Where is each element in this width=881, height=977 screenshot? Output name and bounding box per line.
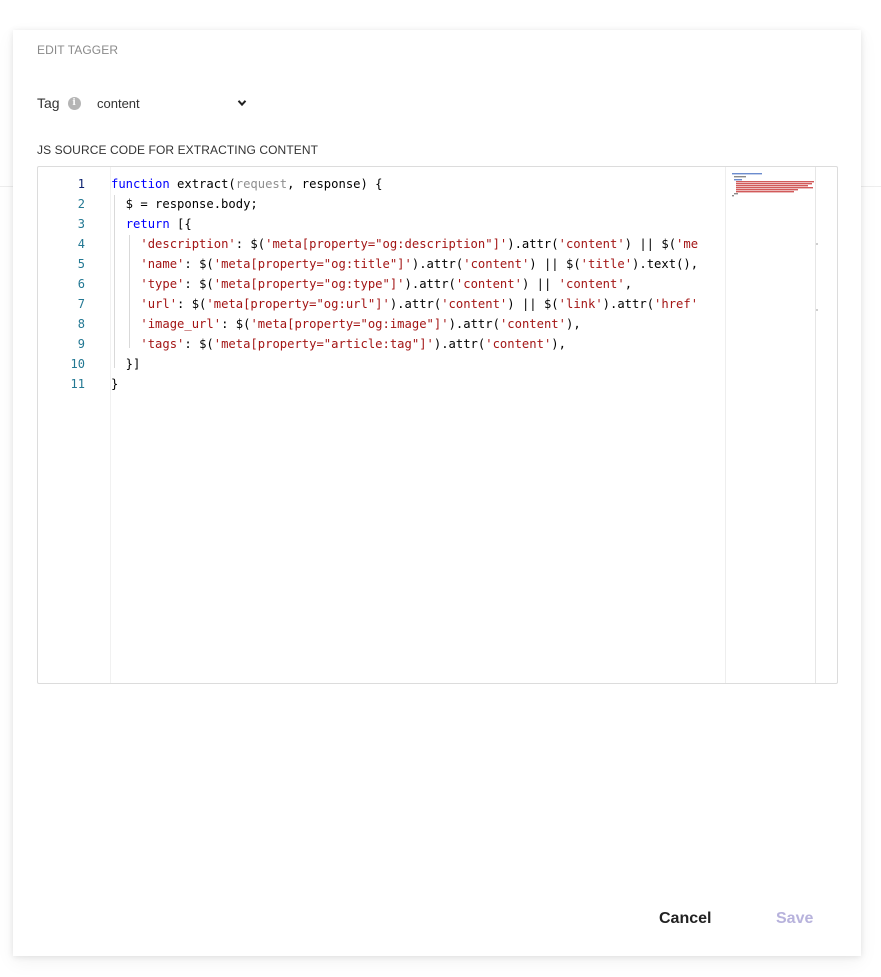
tag-field: Tag i content xyxy=(37,93,247,113)
code-line: 'name': $('meta[property="og:title"]').a… xyxy=(140,257,699,271)
overview-ruler-marker xyxy=(816,243,818,245)
line-number: 8 xyxy=(77,317,85,331)
line-number: 10 xyxy=(70,357,85,371)
code-line: function extract(request, response) { xyxy=(111,177,383,191)
code-line: 'tags': $('meta[property="article:tag"]'… xyxy=(140,337,566,351)
source-code-label: JS SOURCE CODE FOR EXTRACTING CONTENT xyxy=(37,143,319,157)
code-line: 'image_url': $('meta[property="og:image"… xyxy=(140,317,581,331)
code-line: 'type': $('meta[property="og:type"]').at… xyxy=(140,277,633,291)
code-line: }] xyxy=(111,357,141,371)
line-number-gutter: 1 2 3 4 5 6 7 8 9 10 11 xyxy=(38,167,111,683)
line-number: 1 xyxy=(77,177,85,191)
tag-label: Tag xyxy=(37,95,60,111)
line-number: 7 xyxy=(77,297,85,311)
code-line: $ = response.body; xyxy=(111,197,258,211)
line-number: 5 xyxy=(77,257,85,271)
tag-select-value: content xyxy=(97,95,140,111)
info-icon[interactable]: i xyxy=(67,96,81,110)
save-button[interactable]: Save xyxy=(776,910,813,928)
line-number: 4 xyxy=(77,237,85,251)
overview-ruler-marker xyxy=(816,309,818,311)
line-number: 2 xyxy=(77,197,85,211)
line-number: 6 xyxy=(77,277,85,291)
minimap[interactable] xyxy=(732,173,816,197)
code-line: 'url': $('meta[property="og:url"]').attr… xyxy=(140,297,699,311)
tag-select[interactable]: content xyxy=(97,93,247,113)
edit-tagger-dialog: EDIT TAGGER Tag i content JS SOURCE CODE… xyxy=(13,30,861,956)
dialog-title: EDIT TAGGER xyxy=(37,43,119,57)
code-line: return [{ xyxy=(125,217,192,231)
code-editor[interactable]: 1 2 3 4 5 6 7 8 9 10 11 function extract(request, … xyxy=(37,166,838,684)
cancel-button[interactable]: Cancel xyxy=(659,910,711,928)
vertical-scrollbar[interactable] xyxy=(725,167,726,683)
line-number: 9 xyxy=(77,337,85,351)
line-number: 3 xyxy=(77,217,85,231)
line-number: 11 xyxy=(70,377,85,391)
code-line: } xyxy=(111,377,119,391)
code-text-area[interactable]: function extract(request, response) { $ … xyxy=(111,167,725,683)
chevron-down-icon xyxy=(237,100,247,107)
code-line: 'description': $('meta[property="og:desc… xyxy=(140,237,699,251)
